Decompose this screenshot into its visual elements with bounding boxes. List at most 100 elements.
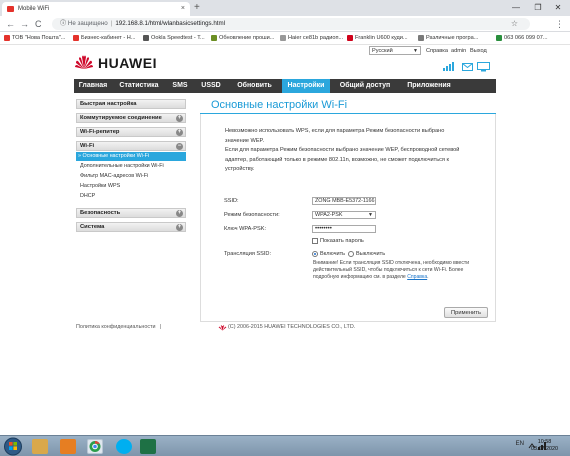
sidebar-item-dialup[interactable]: Коммутируемое соединение + bbox=[76, 113, 186, 123]
huawei-favicon-icon bbox=[7, 6, 14, 12]
sidebar-item-label: Быстрая настройка bbox=[80, 101, 137, 107]
skype-icon[interactable] bbox=[116, 439, 132, 454]
nav-sharing[interactable]: Общий доступ bbox=[331, 79, 399, 93]
security-mode-select[interactable]: WPA2-PSK ▼ bbox=[312, 211, 376, 219]
broadcast-off-option[interactable]: Выключить bbox=[348, 250, 385, 258]
sidebar-item-wifi[interactable]: Wi-Fi − bbox=[76, 141, 186, 151]
broadcast-off-radio[interactable] bbox=[348, 250, 354, 257]
huawei-logo: HUAWEI bbox=[74, 53, 157, 73]
bookmark-item[interactable]: Бизнес-кабинет - Н... bbox=[73, 32, 135, 45]
ssid-field[interactable]: ZONG MBB-E5372-1166 bbox=[312, 197, 376, 205]
excel-icon[interactable] bbox=[140, 439, 156, 454]
maximize-button[interactable]: ❐ bbox=[528, 0, 548, 16]
bookmark-item[interactable]: ТОВ "Нова Пошта"... bbox=[4, 32, 65, 45]
wpa-key-label: Ключ WPA-PSK: bbox=[224, 226, 266, 232]
sidebar-item-quick-setup[interactable]: Быстрая настройка bbox=[76, 99, 186, 109]
minimize-button[interactable]: — bbox=[506, 0, 526, 16]
sidebar-item-label: Безопасность bbox=[80, 210, 121, 216]
back-button[interactable]: ← bbox=[6, 16, 15, 32]
note-line: Невозможно использовать WPS, если для па… bbox=[225, 128, 445, 134]
ssid-label: SSID: bbox=[224, 198, 239, 204]
sidebar-item-wifi-basic[interactable]: » Основные настройки Wi-Fi bbox=[76, 152, 186, 161]
chrome-icon[interactable] bbox=[87, 439, 103, 454]
language-value: Русский bbox=[372, 48, 393, 54]
clock-time: 10:58 bbox=[537, 439, 552, 445]
bookmark-item[interactable]: Haier ce81b радиоп... bbox=[280, 32, 343, 45]
url-text: 192.168.8.1/html/wlanbasicsettings.html bbox=[115, 20, 226, 27]
apply-button[interactable]: Применить bbox=[444, 307, 488, 318]
sidebar-item-label: Система bbox=[80, 224, 105, 230]
explorer-icon[interactable] bbox=[32, 439, 48, 454]
browser-menu-icon[interactable]: ⋮ bbox=[555, 16, 564, 32]
broadcast-warning: Внимание! Если трансляция SSID отключена… bbox=[313, 260, 491, 281]
monitor-icon bbox=[477, 62, 490, 72]
bookmark-item[interactable]: Franklin U600 куди... bbox=[347, 32, 408, 45]
broadcast-on-radio[interactable] bbox=[312, 250, 318, 257]
footer-separator: | bbox=[160, 324, 162, 330]
broadcast-on-label: Включить bbox=[320, 251, 346, 257]
forward-button[interactable]: → bbox=[20, 16, 29, 32]
sms-icon[interactable] bbox=[462, 63, 473, 71]
url-field[interactable]: ⓘ Не защищено | 192.168.8.1/html/wlanbasic… bbox=[52, 18, 530, 30]
address-bar-row: ← → C ⓘ Не защищено | 192.168.8.1/html/wla… bbox=[0, 16, 570, 32]
note-line: Если для параметра Режим безопасности вы… bbox=[225, 147, 460, 153]
language-indicator[interactable]: EN bbox=[516, 441, 524, 447]
nav-statistics[interactable]: Статистика bbox=[113, 79, 165, 93]
tab-title: Mobile WiFi bbox=[18, 6, 50, 12]
copyright: (C) 2006-2015 HUAWEI TECHNOLOGIES CO., L… bbox=[228, 324, 356, 330]
sidebar-item-dhcp[interactable]: DHCP bbox=[76, 192, 186, 201]
bookmark-label: ТОВ "Нова Пошта"... bbox=[12, 35, 66, 41]
bookmark-item[interactable]: Различные програ... bbox=[418, 32, 478, 45]
bookmark-star-icon[interactable]: ☆ bbox=[511, 18, 518, 30]
windows-taskbar: EN 10:58 03.07.2020 bbox=[0, 435, 570, 456]
collapse-icon[interactable]: − bbox=[176, 143, 183, 150]
bookmark-label: Ookla Speedtest - T... bbox=[151, 35, 205, 41]
nav-apps[interactable]: Приложения bbox=[400, 79, 458, 93]
signal-icon bbox=[443, 62, 454, 71]
bookmark-item[interactable]: 063 066 099 07... bbox=[496, 32, 548, 45]
logout-link[interactable]: Выход bbox=[470, 47, 487, 55]
windows-start-icon[interactable] bbox=[3, 437, 23, 456]
show-password-option[interactable]: Показать пароль bbox=[312, 237, 364, 245]
browser-tab[interactable]: Mobile WiFi × bbox=[2, 2, 190, 16]
close-tab-icon[interactable]: × bbox=[181, 2, 185, 16]
nav-update[interactable]: Обновить bbox=[228, 79, 281, 93]
broadcast-on-option[interactable]: Включить bbox=[312, 250, 345, 258]
bookmark-item[interactable]: Ookla Speedtest - T... bbox=[143, 32, 205, 45]
help-link[interactable]: Справка bbox=[426, 47, 448, 55]
sidebar-item-security[interactable]: Безопасность + bbox=[76, 208, 186, 218]
nav-sms[interactable]: SMS bbox=[166, 79, 194, 93]
expand-icon[interactable]: + bbox=[176, 115, 183, 122]
sidebar-item-mac-filter[interactable]: Фильтр MAC-адресов Wi-Fi bbox=[76, 172, 186, 181]
sidebar-item-system[interactable]: Система + bbox=[76, 222, 186, 232]
bookmark-icon bbox=[418, 34, 424, 41]
taskbar-clock[interactable]: 10:58 03.07.2020 bbox=[531, 439, 558, 453]
expand-icon[interactable]: + bbox=[176, 210, 183, 217]
security-mode-label: Режим безопасности: bbox=[224, 212, 280, 218]
nav-home[interactable]: Главная bbox=[74, 79, 112, 93]
sidebar-item-repeater[interactable]: Wi-Fi-репитер + bbox=[76, 127, 186, 137]
close-window-button[interactable]: ✕ bbox=[548, 0, 568, 16]
new-tab-button[interactable]: + bbox=[194, 2, 200, 14]
reload-button[interactable]: C bbox=[35, 16, 42, 32]
bookmark-item[interactable]: Обновление проши... bbox=[211, 32, 274, 45]
note-line: адаптер, работающий только в режиме 802.… bbox=[225, 156, 449, 163]
bookmarks-bar: ТОВ "Нова Пошта"... Бизнес-кабинет - Н..… bbox=[0, 32, 570, 45]
huawei-logo-icon bbox=[75, 55, 93, 69]
nav-ussd[interactable]: USSD bbox=[195, 79, 227, 93]
sidebar-item-wifi-advanced[interactable]: Дополнительные настройки Wi-Fi bbox=[76, 162, 186, 171]
media-player-icon[interactable] bbox=[60, 439, 76, 454]
help-link-inline[interactable]: Справка bbox=[407, 274, 427, 280]
sidebar-item-wps[interactable]: Настройки WPS bbox=[76, 182, 186, 191]
bookmark-label: Различные програ... bbox=[426, 35, 479, 41]
expand-icon[interactable]: + bbox=[176, 224, 183, 231]
privacy-link[interactable]: Политика конфиденциальности bbox=[76, 323, 156, 332]
logo-text: HUAWEI bbox=[98, 55, 157, 71]
expand-icon[interactable]: + bbox=[176, 129, 183, 136]
sidebar-item-label: Коммутируемое соединение bbox=[80, 115, 162, 121]
bookmark-icon bbox=[280, 34, 286, 41]
nav-settings[interactable]: Настройки bbox=[282, 79, 330, 93]
wpa-key-field[interactable]: •••••••• bbox=[312, 225, 376, 233]
show-password-checkbox[interactable] bbox=[312, 237, 318, 244]
language-select[interactable]: Русский ▼ bbox=[369, 46, 421, 55]
